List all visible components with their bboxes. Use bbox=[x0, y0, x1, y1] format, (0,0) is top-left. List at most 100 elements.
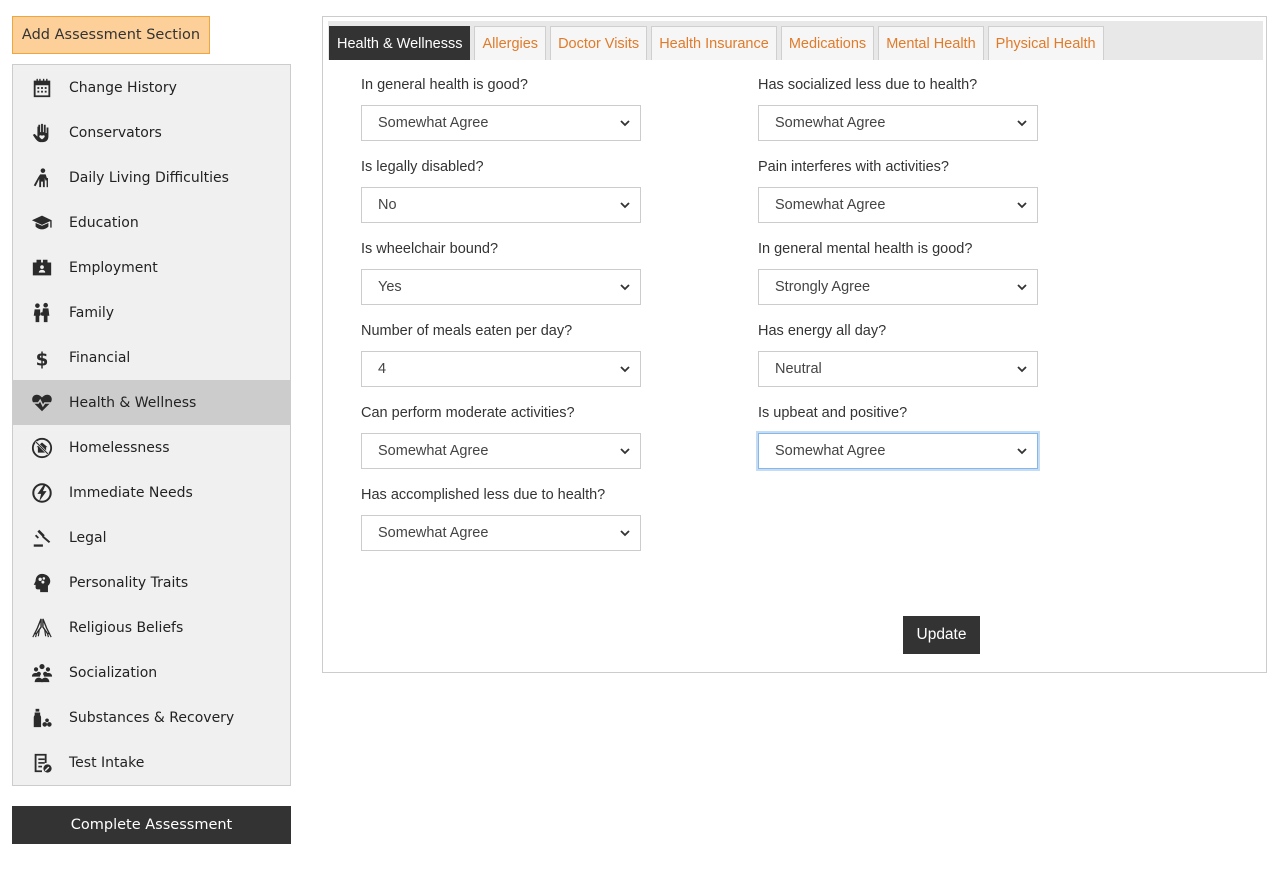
select-value: Somewhat Agree bbox=[775, 443, 886, 459]
person-cane-icon bbox=[30, 166, 54, 190]
sidebar-item-personality-traits[interactable]: Personality Traits bbox=[13, 560, 290, 605]
tab-doctor-visits[interactable]: Doctor Visits bbox=[550, 26, 648, 60]
sidebar-item-label: Health & Wellness bbox=[69, 394, 197, 411]
group-icon bbox=[30, 661, 54, 685]
assessment-panel: Health & Wellnesss Allergies Doctor Visi… bbox=[322, 16, 1267, 673]
legally-disabled-select[interactable]: No bbox=[361, 187, 641, 223]
sidebar-item-label: Daily Living Difficulties bbox=[69, 169, 229, 186]
tab-health-wellness[interactable]: Health & Wellnesss bbox=[329, 26, 471, 60]
field-pain-interferes: Pain interferes with activities? Somewha… bbox=[758, 157, 1038, 223]
field-label: In general health is good? bbox=[361, 77, 528, 93]
select-value: 4 bbox=[378, 361, 387, 377]
sidebar-item-label: Substances & Recovery bbox=[69, 709, 235, 726]
sidebar-item-employment[interactable]: Employment bbox=[13, 245, 290, 290]
chevron-down-icon bbox=[1017, 364, 1027, 374]
sidebar-item-religious-beliefs[interactable]: Religious Beliefs bbox=[13, 605, 290, 650]
field-label: Is upbeat and positive? bbox=[758, 405, 908, 421]
sidebar-item-test-intake[interactable]: Test Intake bbox=[13, 740, 290, 785]
praying-hands-icon bbox=[30, 616, 54, 640]
tab-medications[interactable]: Medications bbox=[780, 26, 875, 60]
chevron-down-icon bbox=[620, 118, 630, 128]
field-mental-health-good: In general mental health is good? Strong… bbox=[758, 239, 1038, 305]
field-accomplished-less: Has accomplished less due to health? Som… bbox=[361, 485, 641, 551]
sidebar-item-label: Employment bbox=[69, 259, 158, 276]
chevron-down-icon bbox=[1017, 446, 1027, 456]
tab-allergies[interactable]: Allergies bbox=[474, 26, 547, 60]
sidebar-item-health-wellness[interactable]: Health & Wellness bbox=[13, 380, 290, 425]
mental-health-good-select[interactable]: Strongly Agree bbox=[758, 269, 1038, 305]
select-value: Yes bbox=[378, 279, 402, 295]
complete-assessment-button[interactable]: Complete Assessment bbox=[12, 806, 291, 844]
select-value: Somewhat Agree bbox=[378, 443, 489, 459]
pain-interferes-select[interactable]: Somewhat Agree bbox=[758, 187, 1038, 223]
select-value: Somewhat Agree bbox=[378, 525, 489, 541]
field-label: Has accomplished less due to health? bbox=[361, 487, 606, 503]
field-label: Can perform moderate activities? bbox=[361, 405, 575, 421]
sidebar-item-label: Homelessness bbox=[69, 439, 170, 456]
sidebar-item-label: Education bbox=[69, 214, 139, 231]
sidebar-item-conservators[interactable]: Conservators bbox=[13, 110, 290, 155]
sidebar-item-label: Family bbox=[69, 304, 115, 321]
id-badge-icon bbox=[30, 256, 54, 280]
calendar-icon bbox=[30, 76, 54, 100]
field-upbeat-positive: Is upbeat and positive? Somewhat Agree bbox=[758, 403, 1038, 469]
sidebar-item-change-history[interactable]: Change History bbox=[13, 65, 290, 110]
accomplished-less-select[interactable]: Somewhat Agree bbox=[361, 515, 641, 551]
socialized-less-select[interactable]: Somewhat Agree bbox=[758, 105, 1038, 141]
upbeat-positive-select[interactable]: Somewhat Agree bbox=[758, 433, 1038, 469]
chevron-down-icon bbox=[620, 282, 630, 292]
select-value: Neutral bbox=[775, 361, 822, 377]
sidebar-item-label: Religious Beliefs bbox=[69, 619, 184, 636]
heartbeat-icon bbox=[30, 391, 54, 415]
select-value: No bbox=[378, 197, 397, 213]
sidebar-item-label: Conservators bbox=[69, 124, 162, 141]
sidebar-item-label: Legal bbox=[69, 529, 107, 546]
energy-all-day-select[interactable]: Neutral bbox=[758, 351, 1038, 387]
tab-mental-health[interactable]: Mental Health bbox=[878, 26, 984, 60]
select-value: Somewhat Agree bbox=[775, 197, 886, 213]
sidebar-item-homelessness[interactable]: Homelessness bbox=[13, 425, 290, 470]
select-value: Strongly Agree bbox=[775, 279, 871, 295]
update-button[interactable]: Update bbox=[903, 616, 980, 654]
graduation-cap-icon bbox=[30, 211, 54, 235]
tab-physical-health[interactable]: Physical Health bbox=[987, 26, 1104, 60]
no-house-icon bbox=[30, 436, 54, 460]
meals-per-day-select[interactable]: 4 bbox=[361, 351, 641, 387]
bottle-pills-icon bbox=[30, 706, 54, 730]
field-label: Number of meals eaten per day? bbox=[361, 323, 573, 339]
sidebar-item-label: Immediate Needs bbox=[69, 484, 193, 501]
field-moderate-activities: Can perform moderate activities? Somewha… bbox=[361, 403, 641, 469]
field-label: Has socialized less due to health? bbox=[758, 77, 978, 93]
sidebar-item-label: Financial bbox=[69, 349, 131, 366]
sidebar-item-education[interactable]: Education bbox=[13, 200, 290, 245]
sidebar-item-label: Socialization bbox=[69, 664, 158, 681]
tab-bar: Health & Wellnesss Allergies Doctor Visi… bbox=[328, 21, 1263, 60]
field-energy-all-day: Has energy all day? Neutral bbox=[758, 321, 1038, 387]
sidebar-item-financial[interactable]: $ Financial bbox=[13, 335, 290, 380]
field-wheelchair-bound: Is wheelchair bound? Yes bbox=[361, 239, 641, 305]
field-label: Has energy all day? bbox=[758, 323, 887, 339]
field-label: Is wheelchair bound? bbox=[361, 241, 499, 257]
sidebar-item-daily-living-difficulties[interactable]: Daily Living Difficulties bbox=[13, 155, 290, 200]
moderate-activities-select[interactable]: Somewhat Agree bbox=[361, 433, 641, 469]
sidebar-item-substances-recovery[interactable]: Substances & Recovery bbox=[13, 695, 290, 740]
sidebar-item-label: Change History bbox=[69, 79, 177, 96]
wheelchair-bound-select[interactable]: Yes bbox=[361, 269, 641, 305]
tab-health-insurance[interactable]: Health Insurance bbox=[651, 26, 777, 60]
field-general-health: In general health is good? Somewhat Agre… bbox=[361, 75, 641, 141]
chevron-down-icon bbox=[1017, 118, 1027, 128]
add-assessment-section-button[interactable]: Add Assessment Section bbox=[12, 16, 210, 54]
document-edit-icon bbox=[30, 751, 54, 775]
sidebar-item-legal[interactable]: Legal bbox=[13, 515, 290, 560]
field-label: Is legally disabled? bbox=[361, 159, 484, 175]
general-health-select[interactable]: Somewhat Agree bbox=[361, 105, 641, 141]
field-label: Pain interferes with activities? bbox=[758, 159, 949, 175]
lightning-icon bbox=[30, 481, 54, 505]
chevron-down-icon bbox=[620, 528, 630, 538]
field-socialized-less: Has socialized less due to health? Somew… bbox=[758, 75, 1038, 141]
field-meals-per-day: Number of meals eaten per day? 4 bbox=[361, 321, 641, 387]
sidebar-item-immediate-needs[interactable]: Immediate Needs bbox=[13, 470, 290, 515]
sidebar-item-socialization[interactable]: Socialization bbox=[13, 650, 290, 695]
select-value: Somewhat Agree bbox=[775, 115, 886, 131]
sidebar-item-family[interactable]: Family bbox=[13, 290, 290, 335]
